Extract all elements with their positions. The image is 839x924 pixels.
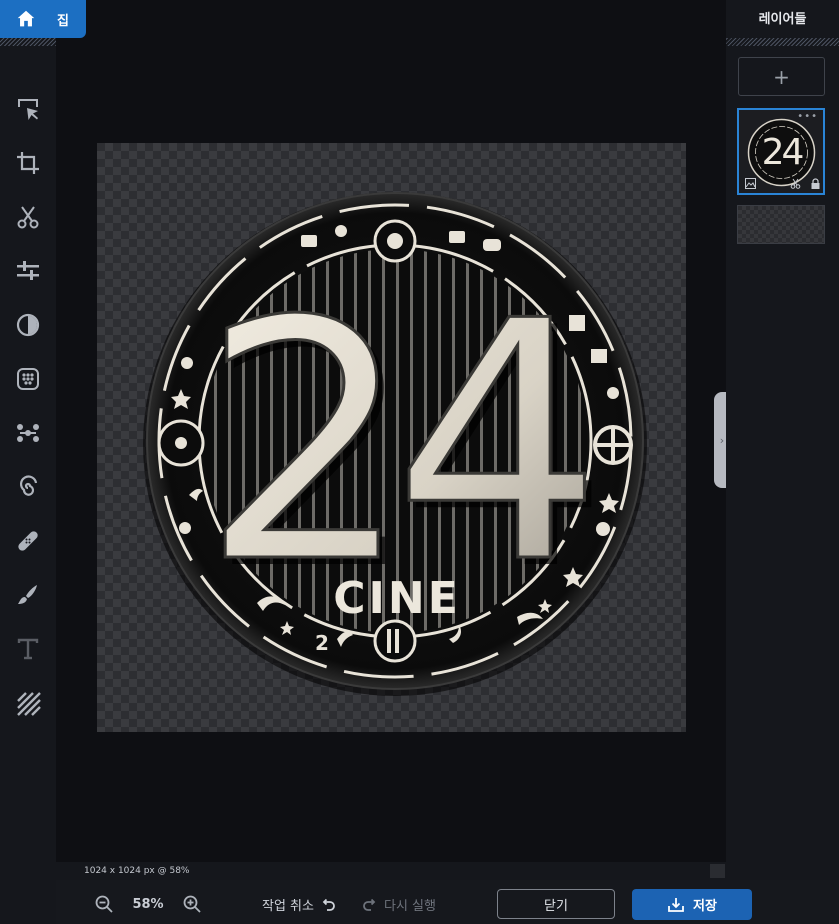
layer-more-icon[interactable]: ••• <box>797 111 818 122</box>
filter-tool[interactable] <box>0 298 56 352</box>
canvas-corner-box <box>710 864 725 878</box>
effects-tool[interactable] <box>0 352 56 406</box>
download-icon <box>668 897 684 912</box>
zoom-level: 58% <box>132 897 164 912</box>
pattern-tool[interactable] <box>0 676 56 730</box>
home-button[interactable]: 집 <box>0 0 86 38</box>
nodes-icon <box>17 424 39 442</box>
lock-icon <box>811 178 820 189</box>
zoom-out-icon[interactable] <box>94 894 114 914</box>
save-button[interactable]: 저장 <box>632 889 752 920</box>
layer-status-icons <box>743 178 820 190</box>
dots-grid-icon <box>17 368 39 390</box>
contrast-circle-icon <box>16 313 40 337</box>
undo-icon <box>322 898 335 911</box>
zoom-in-icon[interactable] <box>182 894 202 914</box>
image-icon <box>745 178 756 189</box>
scissors-small-icon <box>790 178 801 189</box>
bandage-icon <box>18 531 38 551</box>
distort-tool[interactable] <box>0 460 56 514</box>
layers-panel-title: 레이어들 <box>758 12 807 27</box>
heal-tool[interactable] <box>0 514 56 568</box>
home-icon <box>17 10 35 27</box>
tool-list <box>0 82 56 730</box>
spiral-icon <box>19 475 38 496</box>
undo-label: 작업 취소 <box>262 899 314 914</box>
chevron-right-icon: › <box>719 433 725 447</box>
layer-item-image[interactable]: 24 ••• <box>737 108 825 195</box>
diagonal-lines-icon <box>17 692 41 716</box>
cutout-tool[interactable] <box>0 190 56 244</box>
artboard[interactable]: 2 24 24 CINE <box>97 143 686 732</box>
close-button[interactable]: 닫기 <box>497 889 615 919</box>
liquify-tool[interactable] <box>0 406 56 460</box>
redo-label: 다시 실행 <box>384 899 436 914</box>
canvas-area[interactable]: 2 24 24 CINE <box>56 0 726 880</box>
sliders-icon <box>17 261 39 280</box>
cine-24-logo-artwork: 2 24 24 CINE <box>143 192 647 696</box>
artwork-word: CINE <box>333 573 461 624</box>
sidebar-hatch-divider <box>0 38 56 46</box>
draw-tool[interactable] <box>0 568 56 622</box>
redo-button[interactable]: 다시 실행 <box>362 895 436 914</box>
plus-icon: + <box>773 64 790 89</box>
crop-tool[interactable] <box>0 136 56 190</box>
cursor-arrow-icon <box>18 99 38 120</box>
close-label: 닫기 <box>544 898 568 914</box>
scissors-icon <box>17 206 39 229</box>
undo-button[interactable]: 작업 취소 <box>262 895 336 914</box>
redo-icon <box>363 898 376 911</box>
text-icon <box>17 638 39 660</box>
layer-item-empty[interactable] <box>737 205 825 244</box>
thumbnail-number: 24 <box>762 132 803 173</box>
text-tool[interactable] <box>0 622 56 676</box>
adjust-tool[interactable] <box>0 244 56 298</box>
layers-hatch-divider <box>726 38 839 46</box>
save-label: 저장 <box>693 899 717 914</box>
select-tool[interactable] <box>0 82 56 136</box>
home-label: 집 <box>57 13 69 29</box>
crop-icon <box>17 152 39 174</box>
image-size-status: 1024 x 1024 px @ 58% <box>84 866 190 876</box>
brush-icon <box>18 585 37 604</box>
add-layer-button[interactable]: + <box>738 57 825 96</box>
